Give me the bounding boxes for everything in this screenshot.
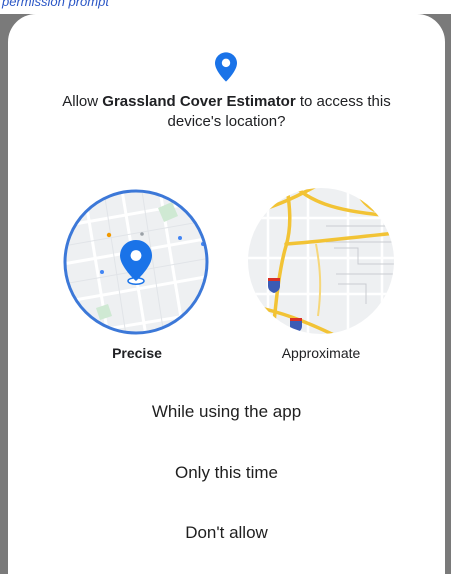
precise-location-option[interactable] <box>62 188 210 336</box>
approximate-label: Approximate <box>281 345 361 361</box>
while-using-app-button[interactable]: While using the app <box>8 402 445 422</box>
approximate-location-option[interactable] <box>246 186 396 336</box>
status-bar-fragment: permission prompt <box>0 0 451 14</box>
only-this-time-button[interactable]: Only this time <box>8 463 445 483</box>
permission-prompt: Allow Grassland Cover Estimator to acces… <box>38 92 415 132</box>
dont-allow-button[interactable]: Don't allow <box>8 523 445 543</box>
location-permission-dialog: Allow Grassland Cover Estimator to acces… <box>8 14 445 574</box>
location-pin-icon <box>215 52 237 82</box>
precise-label: Precise <box>112 345 162 361</box>
app-name: Grassland Cover Estimator <box>102 93 296 110</box>
prompt-prefix: Allow <box>62 93 103 110</box>
header-partial-text: permission prompt <box>2 0 109 9</box>
